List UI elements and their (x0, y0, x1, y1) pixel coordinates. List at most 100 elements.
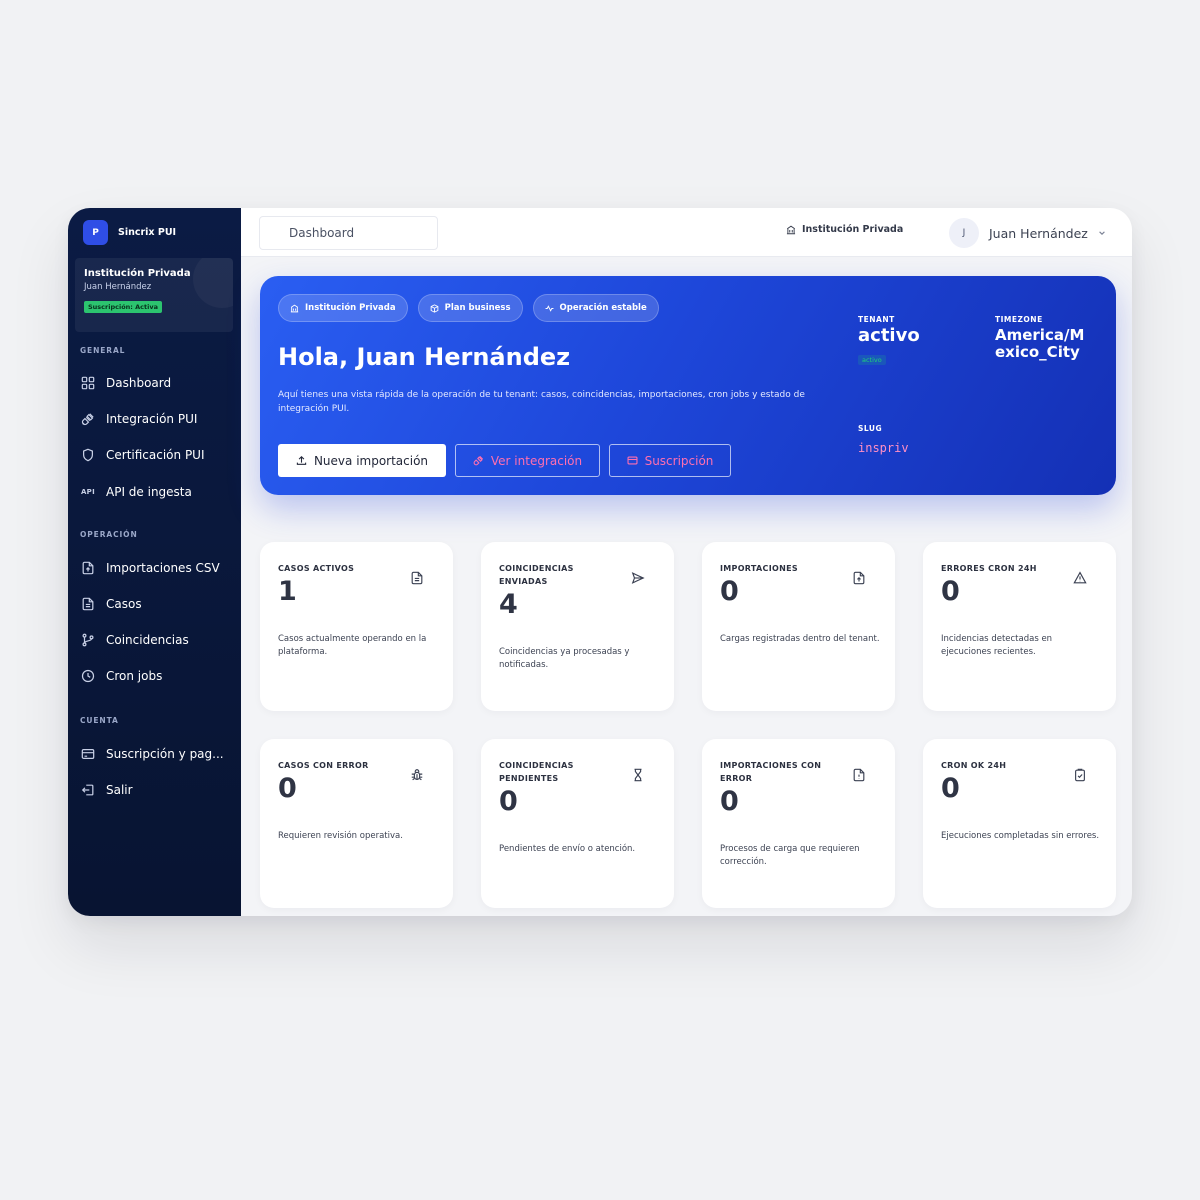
sidebar-item-label: Casos (106, 597, 142, 611)
hero-actions: Nueva importación Ver integración Suscri… (278, 444, 731, 477)
button-label: Nueva importación (313, 453, 429, 468)
send-icon (631, 570, 645, 584)
pill-label: Institución Privada (305, 303, 396, 313)
tenant-meta: TENANT activo activo (858, 315, 920, 366)
button-label: Suscripción (644, 453, 714, 468)
sidebar-item-label: Certificación PUI (106, 448, 205, 462)
pill-plan: Plan business (417, 294, 523, 322)
stat-card-cron-ok[interactable]: CRON OK 24H 0 Ejecuciones completadas si… (923, 739, 1116, 908)
grid-icon (80, 375, 96, 391)
sidebar-item-label: Cron jobs (106, 669, 163, 683)
hourglass-icon (631, 767, 645, 782)
stat-card-importaciones-con-error[interactable]: IMPORTACIONES CON ERROR 0 Procesos de ca… (702, 739, 895, 908)
sidebar-item-label: API de ingesta (106, 485, 192, 499)
slug-value: inspriv (858, 441, 909, 455)
pill-status: Operación estable (532, 294, 659, 322)
stat-value: 0 (720, 576, 739, 607)
stat-description: Casos actualmente operando en la platafo… (278, 634, 427, 657)
sidebar-item-integracion-pui[interactable]: Integración PUI (80, 407, 232, 431)
clipboard-check-icon (1073, 767, 1087, 782)
brand[interactable]: P Sincrix PUI (83, 220, 176, 245)
stat-card-casos-con-error[interactable]: CASOS CON ERROR 0 Requieren revisión ope… (260, 739, 453, 908)
welcome-hero: Institución Privada Plan business Operac… (260, 276, 1116, 495)
sidebar-item-certificacion-pui[interactable]: Certificación PUI (80, 443, 232, 467)
building-icon (290, 304, 299, 312)
hero-description: Aquí tienes una vista rápida de la opera… (278, 390, 805, 414)
stat-description: Coincidencias ya procesadas y notificada… (499, 647, 630, 670)
brand-logo: P (83, 220, 108, 245)
stat-label: CRON OK 24H (941, 761, 1007, 770)
stat-value: 0 (278, 773, 297, 804)
hero-title: Hola, Juan Hernández (278, 343, 571, 371)
sidebar-item-suscripcion[interactable]: Suscripción y pag... (80, 742, 232, 766)
new-import-button[interactable]: Nueva importación (278, 444, 446, 477)
sidebar-item-coincidencias[interactable]: Coincidencias (80, 628, 232, 652)
stat-value: 4 (499, 589, 518, 620)
upload-icon (296, 455, 307, 465)
breadcrumb[interactable]: Dashboard (259, 216, 438, 250)
sidebar-item-casos[interactable]: Casos (80, 592, 232, 616)
chevron-down-icon (1099, 231, 1105, 235)
stat-description: Requieren revisión operativa. (278, 831, 403, 841)
stat-card-coincidencias-pendientes[interactable]: COINCIDENCIAS PENDIENTES 0 Pendientes de… (481, 739, 674, 908)
file-alert-icon (852, 767, 866, 782)
stat-label: IMPORTACIONES (720, 564, 798, 573)
tenant-card: Institución Privada Juan Hernández Suscr… (75, 258, 233, 332)
sidebar-item-label: Salir (106, 783, 133, 797)
nav-section-general: GENERAL (80, 346, 126, 355)
stat-card-importaciones[interactable]: IMPORTACIONES 0 Cargas registradas dentr… (702, 542, 895, 711)
stat-label: COINCIDENCIAS ENVIADAS (499, 564, 574, 586)
logout-icon (80, 782, 96, 798)
view-integration-button[interactable]: Ver integración (455, 444, 600, 477)
user-menu[interactable]: J Juan Hernández (949, 218, 1106, 248)
subscription-badge: Suscripción: Activa (84, 301, 162, 313)
stat-label: ERRORES CRON 24H (941, 564, 1037, 573)
topbar: Dashboard Institución Privada J Juan Her… (241, 208, 1132, 257)
stat-card-casos-activos[interactable]: CASOS ACTIVOS 1 Casos actualmente operan… (260, 542, 453, 711)
tenant-status-badge: activo (858, 355, 886, 365)
sidebar-item-cron-jobs[interactable]: Cron jobs (80, 664, 232, 688)
sidebar-item-api-ingesta[interactable]: API API de ingesta (80, 480, 232, 504)
nav-section-cuenta: CUENTA (80, 716, 119, 725)
sidebar-item-label: Importaciones CSV (106, 561, 220, 575)
timezone-meta: TIMEZONE America/Mexico_City (995, 315, 1091, 361)
nav-section-operacion: OPERACIÓN (80, 530, 138, 539)
sidebar-item-salir[interactable]: Salir (80, 778, 232, 802)
timezone-value: America/Mexico_City (995, 326, 1085, 361)
sidebar-item-dashboard[interactable]: Dashboard (80, 371, 232, 395)
stat-label: CASOS ACTIVOS (278, 564, 355, 573)
credit-card-icon (627, 456, 638, 465)
timezone-label: TIMEZONE (995, 315, 1043, 324)
tenant-name: Institución Privada (84, 268, 191, 279)
clock-icon (80, 668, 96, 684)
stat-card-errores-cron[interactable]: ERRORES CRON 24H 0 Incidencias detectada… (923, 542, 1116, 711)
sidebar: P Sincrix PUI Institución Privada Juan H… (68, 208, 241, 916)
plug-icon (80, 411, 96, 427)
stat-card-coincidencias-enviadas[interactable]: COINCIDENCIAS ENVIADAS 4 Coincidencias y… (481, 542, 674, 711)
subscription-button[interactable]: Suscripción (609, 444, 731, 477)
stat-value: 0 (720, 786, 739, 817)
file-icon (410, 570, 424, 585)
stat-label: IMPORTACIONES CON ERROR (720, 761, 822, 783)
sidebar-item-label: Suscripción y pag... (106, 747, 224, 761)
sidebar-item-label: Dashboard (106, 376, 172, 390)
slug-meta: SLUG inspriv (858, 424, 909, 455)
stat-description: Procesos de carga que requieren correcci… (720, 844, 860, 867)
pill-institution: Institución Privada (278, 294, 408, 322)
stat-description: Ejecuciones completadas sin errores. (941, 831, 1100, 841)
git-branch-icon (80, 632, 96, 648)
stat-description: Incidencias detectadas en ejecuciones re… (941, 634, 1053, 657)
plug-icon (473, 455, 483, 466)
tenant-label: TENANT (858, 315, 895, 324)
stat-value: 1 (278, 576, 297, 607)
institution-indicator[interactable]: Institución Privada (786, 224, 903, 235)
stat-description: Pendientes de envío o atención. (499, 844, 636, 854)
box-icon (430, 303, 438, 313)
hero-pills: Institución Privada Plan business Operac… (278, 294, 659, 322)
tenant-value: activo (858, 325, 920, 346)
stat-label: CASOS CON ERROR (278, 761, 369, 770)
sidebar-item-importaciones-csv[interactable]: Importaciones CSV (80, 556, 232, 580)
stat-value: 0 (941, 773, 960, 804)
building-icon (786, 225, 796, 234)
file-text-icon (80, 596, 96, 612)
